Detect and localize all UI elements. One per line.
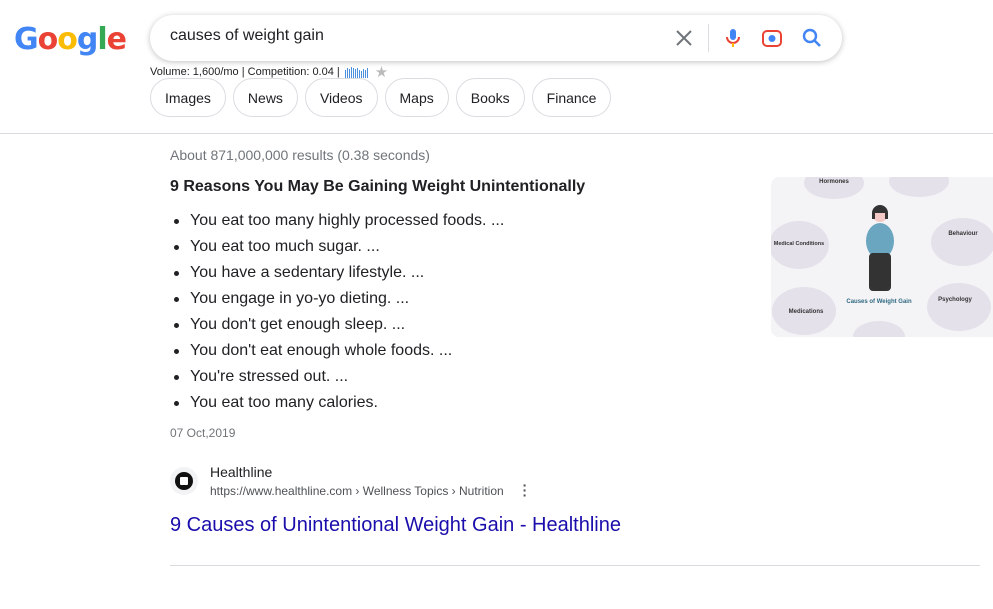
microphone-icon[interactable] (721, 26, 745, 50)
chip-images[interactable]: Images (150, 78, 226, 117)
image-label: Behaviour (948, 231, 978, 237)
search-input[interactable] (170, 27, 650, 45)
trend-bar (362, 68, 364, 78)
healthline-favicon[interactable] (170, 467, 198, 495)
keyword-stats-text: Volume: 1,600/mo | Competition: 0.04 | (150, 66, 340, 78)
search-box (150, 15, 842, 61)
logo-letter: G (14, 22, 39, 57)
trend-bar (354, 68, 356, 78)
header-divider (0, 133, 993, 134)
search-icon[interactable] (800, 26, 824, 50)
image-center-label: Causes of Weight Gain (846, 299, 912, 305)
logo-letter: o (57, 22, 78, 57)
trend-bar (360, 70, 362, 78)
image-label: Medical Conditions (774, 241, 824, 247)
snippet-title: 9 Reasons You May Be Gaining Weight Unin… (170, 178, 586, 195)
trend-bar (356, 67, 358, 78)
trend-bar (352, 67, 354, 78)
list-item: You're stressed out. ... (173, 368, 504, 394)
list-item: You engage in yo-yo dieting. ... (173, 290, 504, 316)
infographic: Hormones Medical Conditions Behaviour Me… (771, 177, 993, 337)
snippet-image[interactable]: Hormones Medical Conditions Behaviour Me… (771, 177, 993, 337)
trend-bar (344, 69, 346, 78)
list-item: You eat too much sugar. ... (173, 238, 504, 264)
list-item: You don't get enough sleep. ... (173, 316, 504, 342)
logo-letter: e (106, 22, 127, 57)
chip-finance[interactable]: Finance (531, 78, 612, 117)
more-options-icon[interactable]: · · · (518, 478, 532, 502)
filter-chips: Images News Videos Maps Books Finance (150, 78, 612, 117)
divider (708, 24, 709, 52)
trend-bar (348, 68, 350, 78)
image-label: Hormones (819, 179, 849, 185)
chip-videos[interactable]: Videos (304, 78, 378, 117)
trend-bar (346, 67, 348, 78)
snippet-list: You eat too many highly processed foods.… (173, 212, 504, 420)
image-label: Medications (789, 309, 824, 315)
snippet-date: 07 Oct,2019 (170, 426, 236, 440)
trend-bars (344, 66, 368, 78)
logo-letter: g (76, 22, 99, 57)
logo-letter: l (97, 22, 107, 57)
chip-news[interactable]: News (232, 78, 298, 117)
chip-maps[interactable]: Maps (384, 78, 449, 117)
trend-bar (366, 67, 368, 78)
result-url[interactable]: https://www.healthline.com › Wellness To… (210, 484, 504, 498)
chip-books[interactable]: Books (455, 78, 525, 117)
list-item: You eat too many highly processed foods.… (173, 212, 504, 238)
list-item: You don't eat enough whole foods. ... (173, 342, 504, 368)
camera-lens-icon[interactable] (760, 26, 784, 50)
result-stats: About 871,000,000 results (0.38 seconds) (170, 147, 430, 163)
result-title-link[interactable]: 9 Causes of Unintentional Weight Gain - … (170, 514, 621, 537)
result-divider (170, 565, 980, 566)
list-item: You have a sedentary lifestyle. ... (173, 264, 504, 290)
trend-bar (364, 69, 366, 78)
trend-bar (350, 66, 352, 78)
result-site-name[interactable]: Healthline (210, 464, 272, 480)
image-label: Psychology (938, 297, 972, 303)
trend-bar (358, 69, 360, 78)
clear-icon[interactable] (672, 26, 696, 50)
logo-letter: o (37, 22, 59, 57)
list-item: You eat too many calories. (173, 394, 504, 420)
google-logo[interactable]: Google (14, 22, 127, 57)
